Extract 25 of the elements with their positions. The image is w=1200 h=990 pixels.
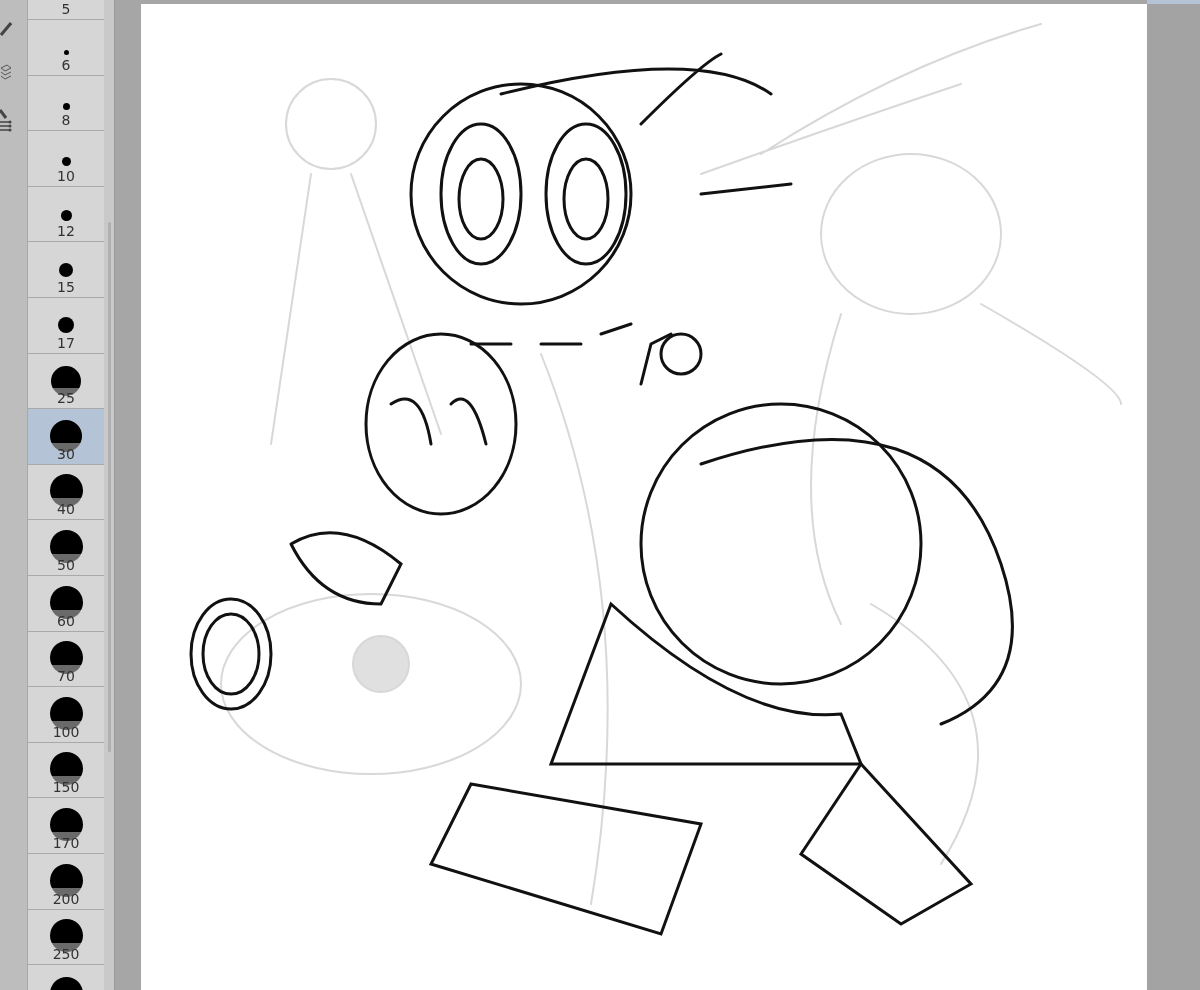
brush-size-item[interactable]: 40 bbox=[28, 464, 104, 521]
brush-size-item[interactable]: 8 bbox=[28, 75, 104, 132]
brush-size-item[interactable]: 170 bbox=[28, 798, 104, 854]
pen-settings-icon[interactable] bbox=[0, 108, 12, 132]
brush-size-item[interactable]: 25 bbox=[28, 353, 104, 410]
brush-size-item[interactable]: 6 bbox=[28, 20, 104, 76]
pen-icon[interactable] bbox=[0, 22, 12, 36]
brush-size-item[interactable]: 200 bbox=[28, 853, 104, 910]
brush-tip-icon bbox=[61, 156, 71, 166]
brush-size-item[interactable]: 10 bbox=[28, 131, 104, 187]
brush-size-item[interactable]: 150 bbox=[28, 742, 104, 799]
brush-tip-icon bbox=[62, 103, 70, 111]
brush-size-item[interactable]: 15 bbox=[28, 242, 104, 298]
brush-tip-icon bbox=[58, 316, 74, 333]
brush-size-item[interactable]: 5 bbox=[28, 0, 104, 20]
brush-size-item[interactable]: 12 bbox=[28, 186, 104, 243]
brush-tip-icon bbox=[63, 49, 69, 55]
brush-size-item[interactable]: 100 bbox=[28, 687, 104, 743]
brush-size-item[interactable]: 50 bbox=[28, 520, 104, 576]
layers-icon[interactable] bbox=[0, 64, 12, 80]
brush-size-item[interactable]: 17 bbox=[28, 297, 104, 354]
brush-size-item[interactable]: 250 bbox=[28, 909, 104, 966]
brush-tip-icon bbox=[59, 262, 73, 277]
brush-tip-icon bbox=[60, 210, 72, 222]
brush-size-item[interactable]: 70 bbox=[28, 631, 104, 688]
